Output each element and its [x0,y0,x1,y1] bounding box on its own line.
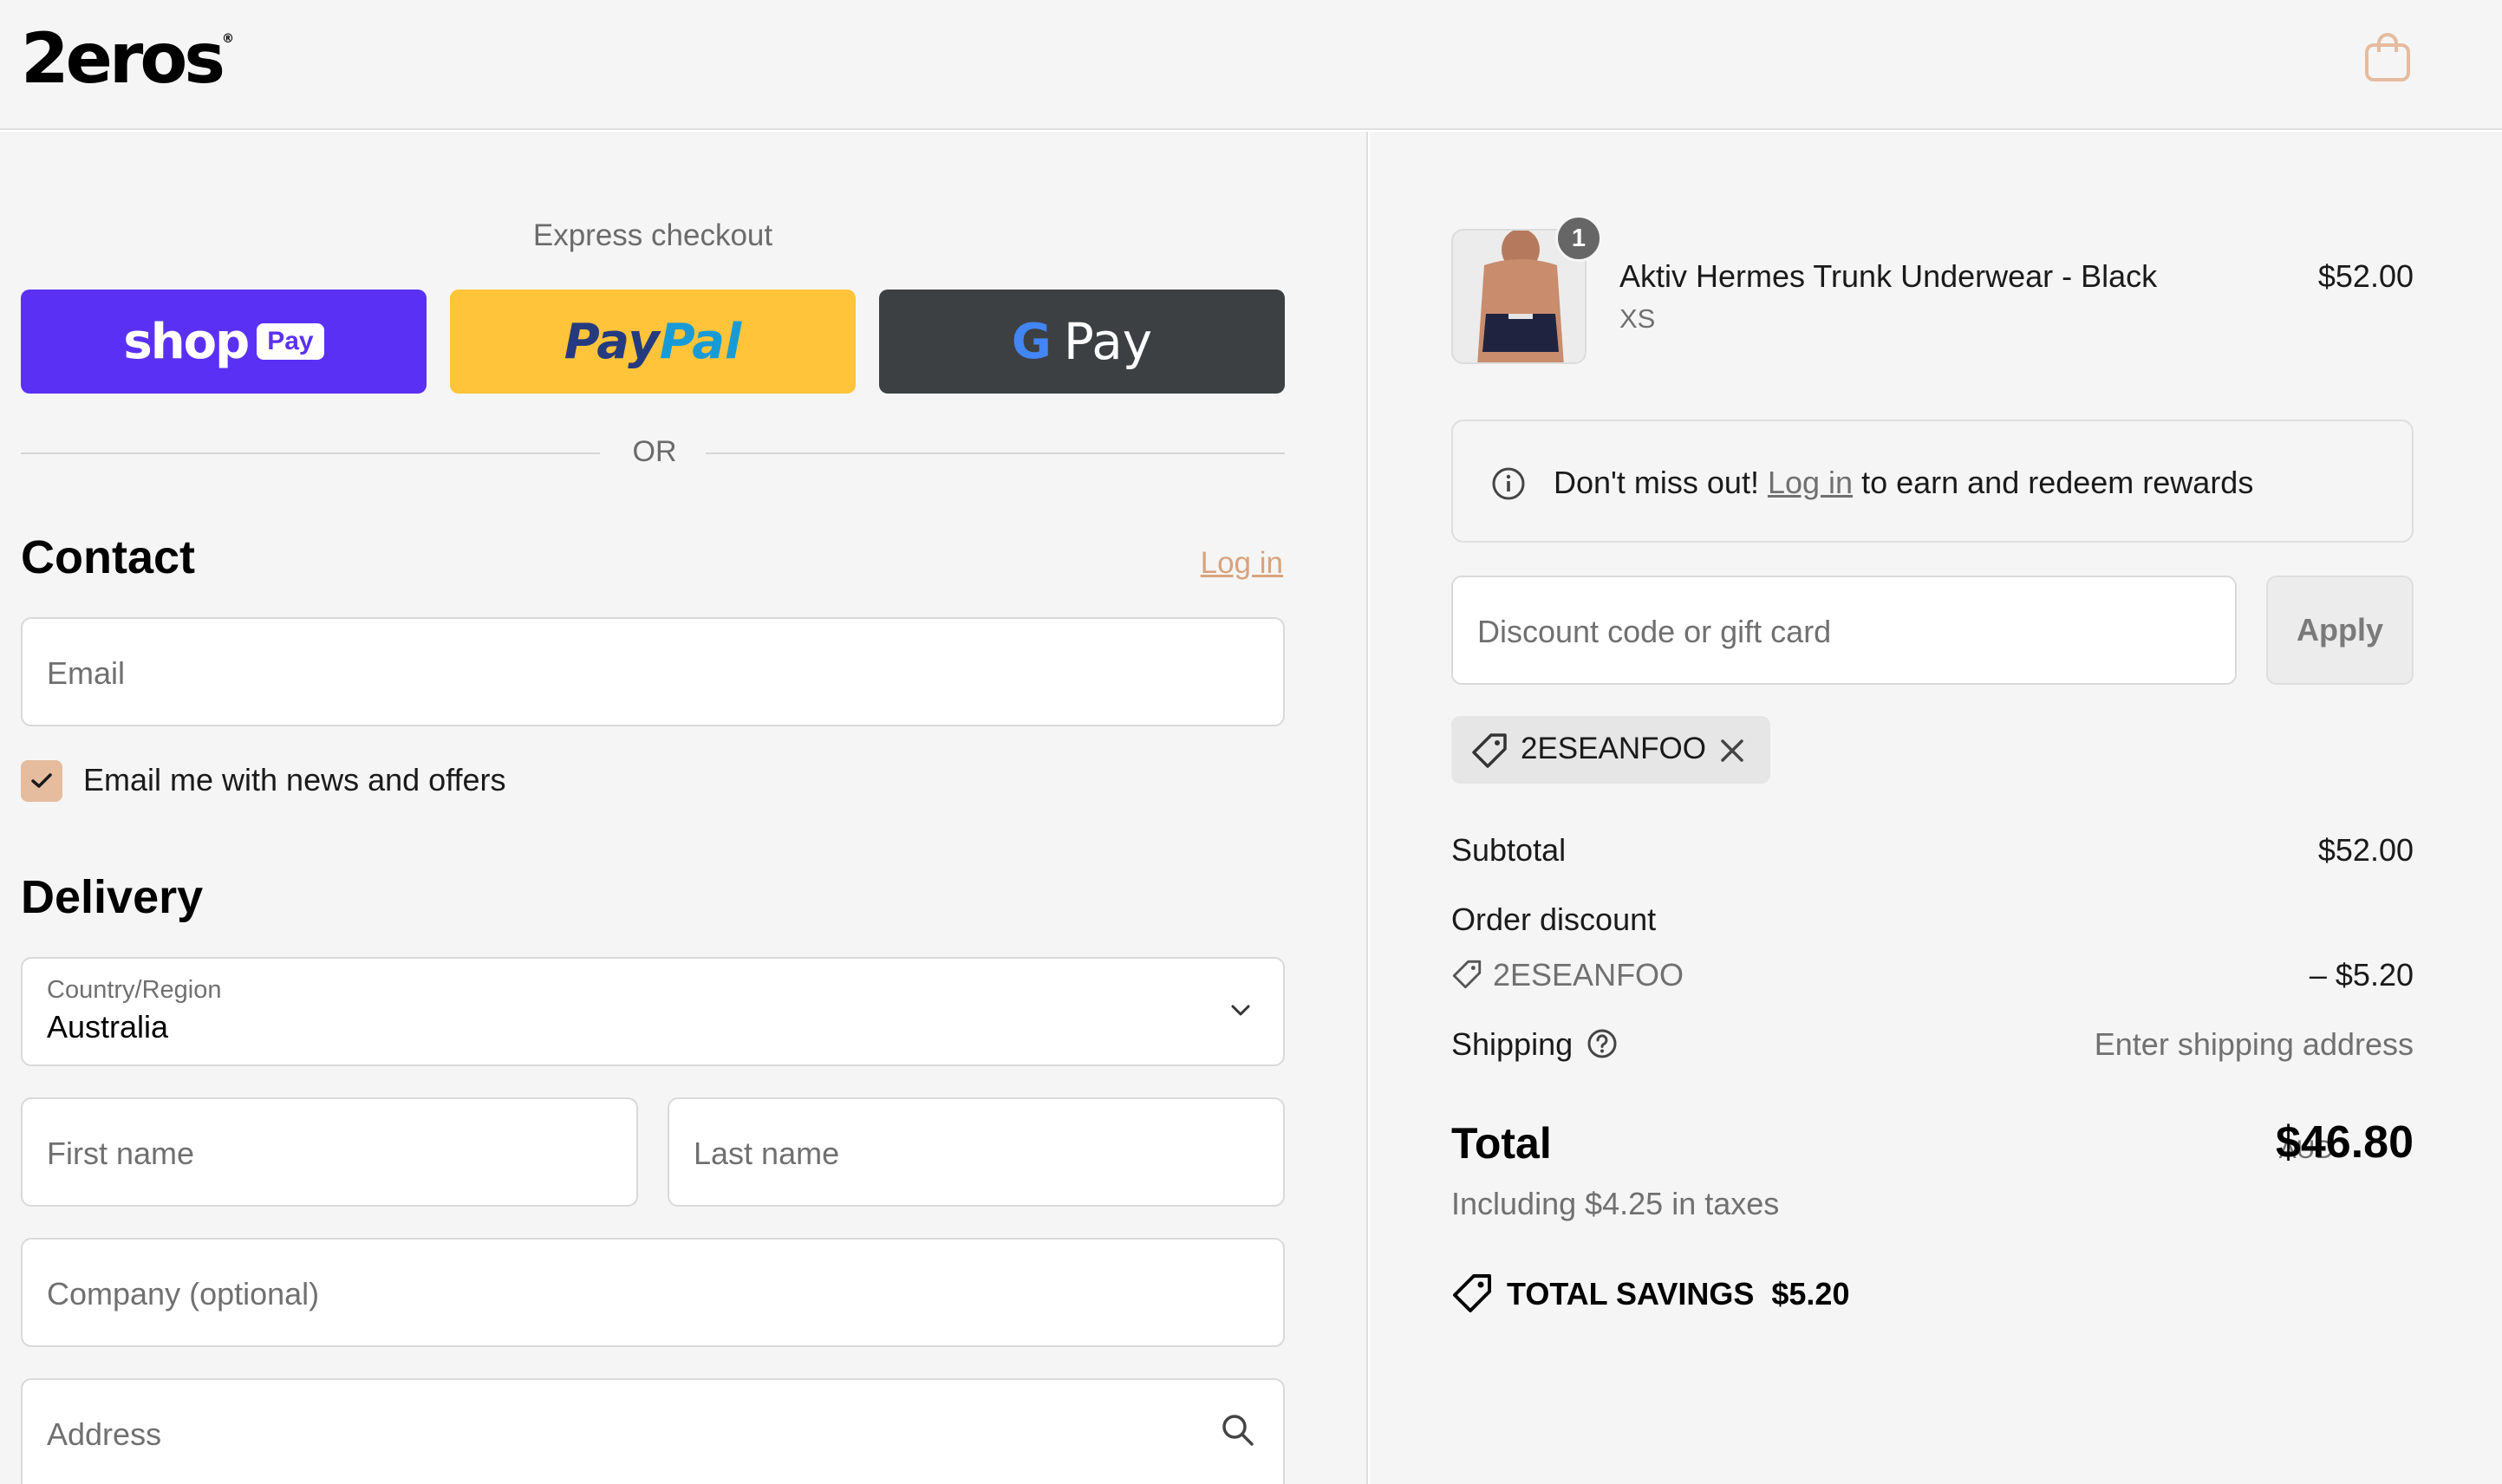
shop-pay-pill: Pay [257,323,324,360]
savings-tag-icon [1453,1274,1491,1312]
rewards-banner: Don't miss out! Log in to earn and redee… [1451,420,2414,543]
discount-code: 2ESEANFOO [1493,957,1684,993]
contact-title: Contact [21,531,195,583]
google-g-icon: G [1011,313,1052,370]
subtotal-label: Subtotal [1451,832,1567,868]
applied-code: 2ESEANFOO [1521,732,1706,765]
shopping-bag-icon[interactable] [2363,31,2412,83]
google-pay-button[interactable]: G Pay [879,290,1285,394]
total-savings: TOTAL SAVINGS $5.20 [1507,1276,1850,1312]
order-discount-label: Order discount [1451,901,1657,937]
delivery-title: Delivery [21,871,204,923]
company-field[interactable]: Company (optional) [21,1238,1285,1347]
discount-value: – $5.20 [2309,957,2414,993]
first-name-placeholder: First name [47,1136,195,1171]
address-field[interactable]: Address [21,1378,1285,1484]
product-name: Aktiv Hermes Trunk Underwear - Black [1619,258,2158,294]
discount-placeholder: Discount code or gift card [1477,614,1832,649]
rewards-text: Don't miss out! Log in to earn and redee… [1554,465,2254,500]
address-placeholder: Address [47,1416,162,1452]
help-icon[interactable] [1587,1028,1618,1059]
brand-logo[interactable]: 2eros® [21,24,234,94]
express-checkout-title: Express checkout [532,218,773,252]
google-pay-label: Pay [1063,312,1153,371]
divider-right [706,452,1285,454]
shop-pay-button[interactable]: shop Pay [21,290,427,394]
subtotal-value: $52.00 [2317,832,2414,868]
total-amount: $46.80 [2275,1117,2414,1168]
country-value: Australia [47,1009,169,1045]
contact-login-link[interactable]: Log in [1201,546,1283,581]
info-icon [1492,467,1525,500]
order-summary: 1 Aktiv Hermes Trunk Underwear - Black X… [1370,132,2502,1484]
check-icon [31,773,52,788]
discount-input[interactable]: Discount code or gift card [1451,576,2237,685]
discount-tag-icon [1452,960,1482,989]
shop-pay-logo: shop [123,313,250,370]
product-variant: XS [1619,303,1656,334]
newsletter-checkbox[interactable] [21,760,62,802]
first-name-field[interactable]: First name [21,1097,638,1207]
country-select[interactable]: Country/Region Australia [21,957,1285,1066]
paypal-logo: PayPal [564,313,742,370]
company-placeholder: Company (optional) [47,1276,320,1312]
email-field[interactable]: Email [21,617,1285,726]
country-label: Country/Region [47,976,222,1004]
paypal-button[interactable]: PayPal [450,290,856,394]
or-separator: OR [632,435,677,468]
chevron-down-icon [1231,1005,1250,1016]
shipping-value: Enter shipping address [2094,1026,2414,1062]
newsletter-label[interactable]: Email me with news and offers [83,762,506,798]
quantity-badge: 1 [1555,215,1602,262]
header: 2eros® [0,0,2502,130]
product-price: $52.00 [2317,258,2414,294]
divider-left [21,452,600,454]
email-placeholder: Email [47,655,126,691]
apply-button[interactable]: Apply [2266,576,2414,685]
tag-icon [1472,733,1507,768]
applied-discount-chip: 2ESEANFOO [1451,716,1770,784]
search-icon[interactable] [1219,1411,1257,1449]
close-icon[interactable] [1718,737,1746,765]
rewards-login-link[interactable]: Log in [1768,465,1853,500]
last-name-placeholder: Last name [694,1136,840,1171]
last-name-field[interactable]: Last name [668,1097,1285,1207]
checkout-form: Express checkout shop Pay PayPal G Pay O… [0,132,1368,1484]
total-label: Total [1451,1119,1552,1168]
shipping-label: Shipping [1451,1026,1574,1062]
taxes-text: Including $4.25 in taxes [1451,1186,1780,1221]
